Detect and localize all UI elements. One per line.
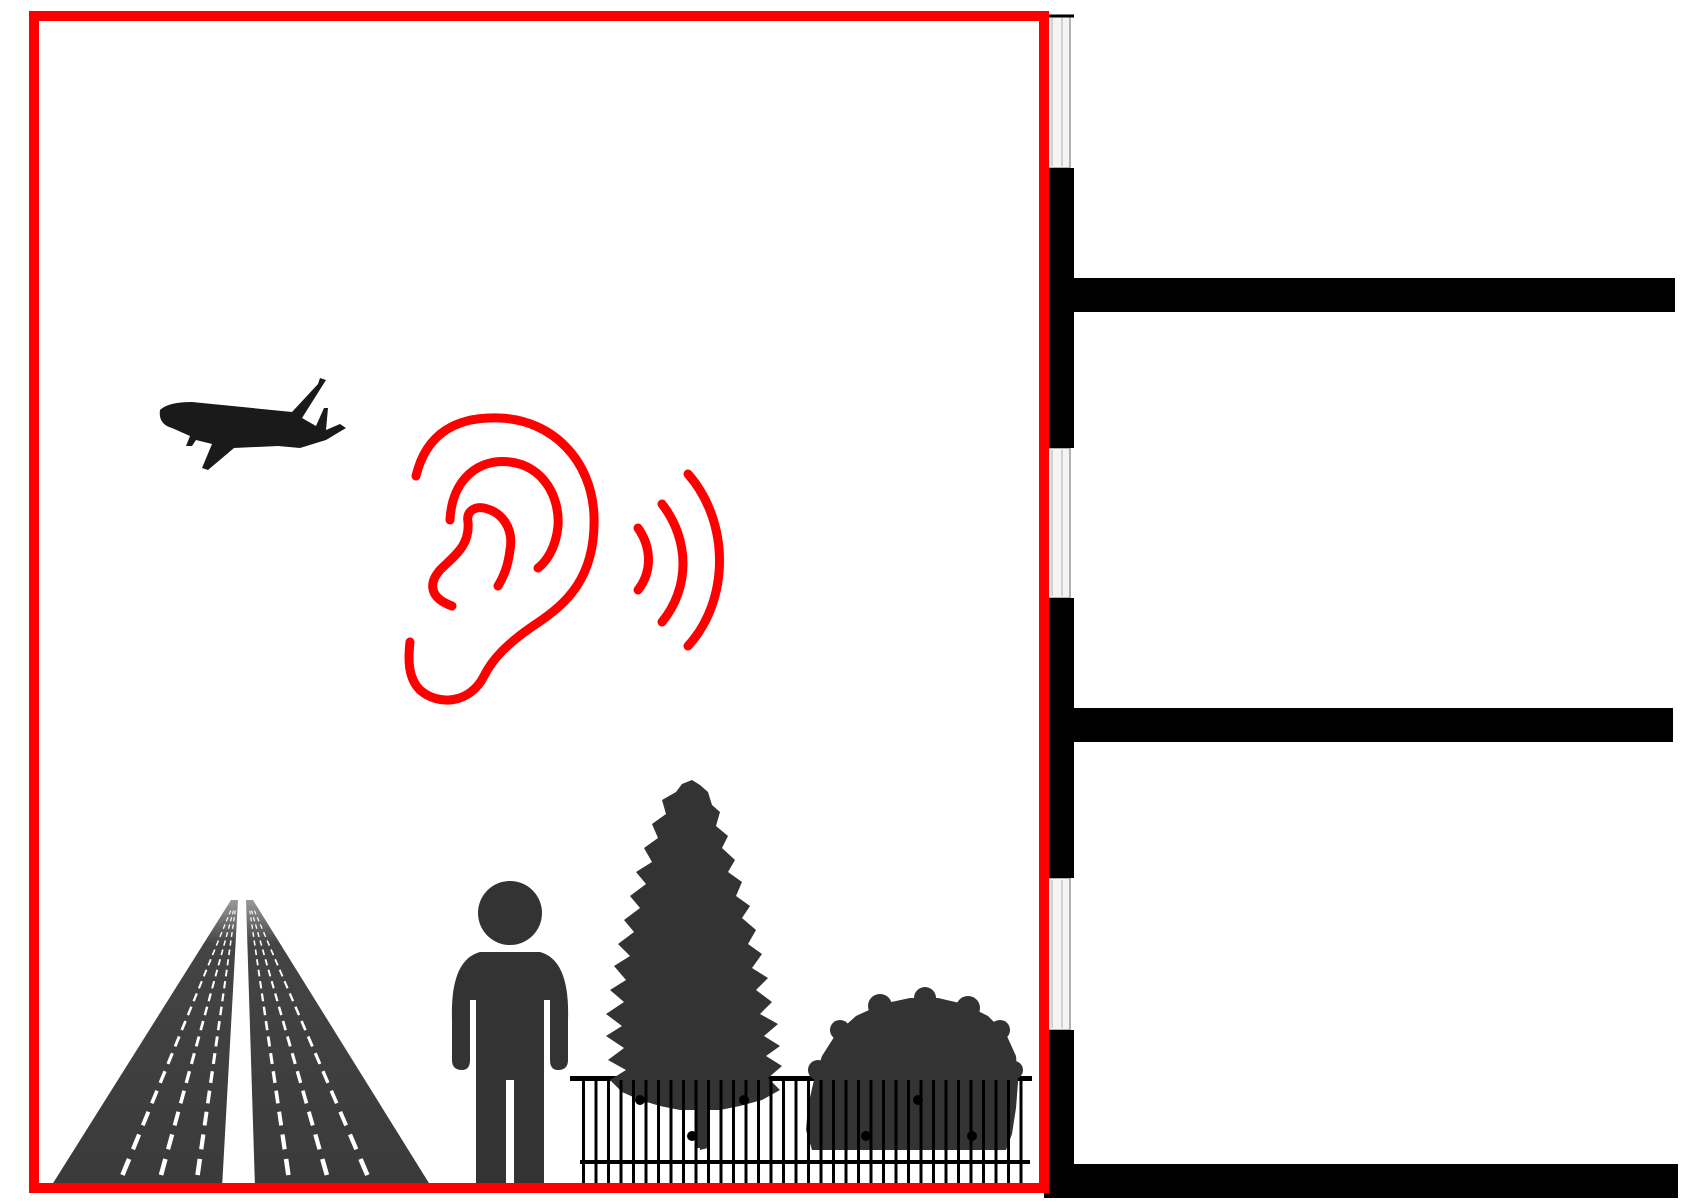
fence-ornament: [861, 1131, 871, 1141]
runway-dash: [199, 1134, 206, 1150]
fence-picket: [1007, 1080, 1010, 1188]
building-section: [1043, 14, 1678, 1198]
runway-dash: [259, 981, 263, 989]
bush-icon: [806, 987, 1023, 1150]
fence-picket: [907, 1080, 910, 1188]
fence-picket: [682, 1080, 685, 1188]
floor-slab-2: [1070, 708, 1673, 742]
runway-dash: [209, 1070, 215, 1084]
fence-picket: [594, 1080, 598, 1188]
fence-ornament: [739, 1095, 749, 1105]
runway-dash: [250, 917, 252, 922]
fence-picket: [807, 1080, 810, 1188]
person-icon: [451, 881, 569, 1188]
runway-dash: [226, 959, 230, 966]
runway-dash: [224, 969, 228, 977]
airplane-icon: [159, 378, 346, 470]
fence-picket: [769, 1080, 773, 1188]
runway-dash: [260, 993, 265, 1002]
fence-picket: [857, 1080, 860, 1188]
runway-dash: [221, 993, 225, 1002]
runway: [51, 900, 431, 1185]
runway-dash: [230, 932, 233, 937]
fence-picket: [844, 1080, 848, 1188]
runway-dash: [266, 1036, 272, 1047]
fence-picket: [782, 1080, 785, 1188]
fence-picket: [732, 1080, 735, 1188]
fence-ornament: [635, 1095, 645, 1105]
fence-picket: [994, 1080, 998, 1188]
fence-picket: [882, 1080, 885, 1188]
runway-dash: [219, 1006, 223, 1016]
fence-picket: [932, 1080, 935, 1188]
floor-slab-3: [1070, 1164, 1678, 1198]
runway-dash: [231, 924, 234, 929]
runway-dash: [202, 1111, 209, 1126]
runway-dash: [229, 940, 232, 946]
sound-waves-icon: [633, 469, 724, 651]
noise-scene-diagram: [29, 11, 1678, 1198]
floor-slab-1: [1070, 278, 1675, 312]
fence-picket: [657, 1080, 660, 1188]
runway-dash: [205, 1090, 212, 1104]
runway-dash: [254, 949, 258, 956]
fence-picket: [982, 1080, 985, 1188]
runway-dash: [262, 1006, 267, 1016]
runway-dash: [280, 1134, 287, 1150]
runway-dash: [223, 981, 227, 989]
runway-dash: [233, 917, 235, 922]
fence-ornament: [967, 1131, 977, 1141]
fence-picket: [719, 1080, 723, 1188]
runway-dash: [274, 1090, 280, 1104]
runway-dash: [277, 1111, 284, 1126]
fence-picket: [1019, 1080, 1023, 1188]
runway-dash: [253, 940, 256, 946]
runway-dash: [252, 932, 255, 937]
fence-picket: [644, 1080, 648, 1188]
fence-picket: [619, 1080, 623, 1188]
fence-picket: [582, 1080, 585, 1188]
fence-picket: [632, 1080, 635, 1188]
fence-ornament: [913, 1095, 923, 1105]
fence-picket: [794, 1080, 798, 1188]
runway-dash: [269, 1052, 274, 1065]
runway-dash: [257, 969, 261, 977]
fence-picket: [819, 1080, 823, 1188]
fence-picket: [707, 1080, 710, 1188]
fence-picket: [757, 1080, 760, 1188]
runway-dash: [228, 949, 231, 956]
fence-picket: [894, 1080, 898, 1188]
runway-dash: [256, 959, 259, 966]
fence-picket: [944, 1080, 948, 1188]
runway-dash: [283, 1158, 291, 1176]
runway-dash: [214, 1036, 219, 1047]
runway-dash: [251, 924, 254, 929]
fence-picket: [669, 1080, 673, 1188]
fence-picket: [832, 1080, 835, 1188]
fence-ornament: [687, 1131, 697, 1141]
fence-picket: [957, 1080, 960, 1188]
fence-picket: [607, 1080, 610, 1188]
runway-dash: [249, 910, 251, 915]
runway-dash: [234, 910, 236, 915]
runway-dash: [216, 1020, 221, 1031]
runway-dash: [195, 1158, 203, 1176]
runway-dash: [211, 1052, 217, 1065]
ear-icon: [404, 413, 599, 705]
runway-dash: [271, 1070, 277, 1084]
runway-dash: [264, 1020, 269, 1031]
